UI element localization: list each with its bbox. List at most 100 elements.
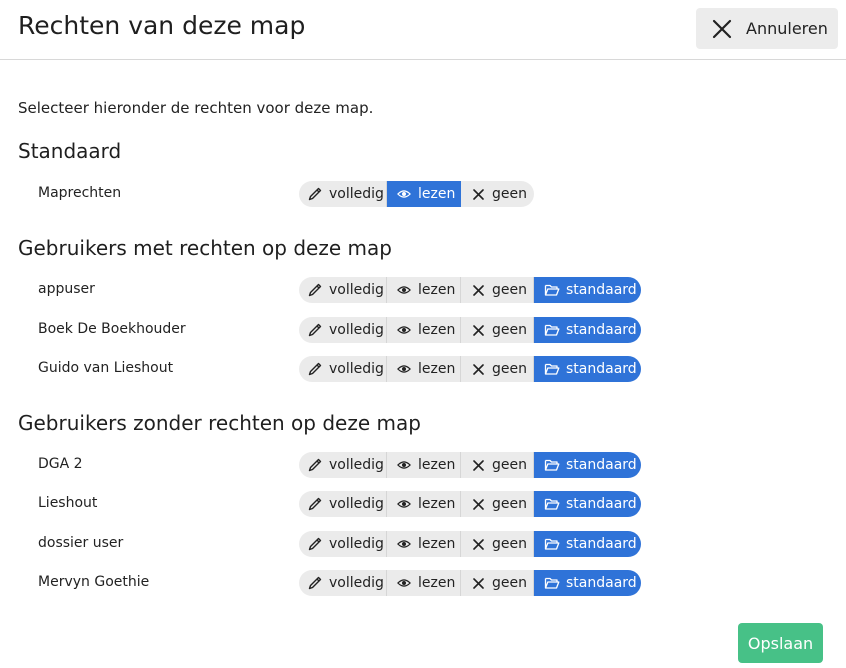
permission-row: dossier user volledig lezen geen standaa… xyxy=(0,531,846,558)
eye-icon xyxy=(397,500,411,508)
x-icon xyxy=(473,498,484,510)
folder-open-icon xyxy=(544,324,560,336)
option-full-label: volledig xyxy=(329,186,384,202)
permission-row: appuser volledig lezen geen standaard xyxy=(0,277,846,304)
section-title-with-rights: Gebruikers met rechten op deze map xyxy=(18,236,392,260)
option-full-label: volledig xyxy=(329,496,384,512)
option-standard-button[interactable]: standaard xyxy=(534,277,641,303)
option-read-button[interactable]: lezen xyxy=(387,491,461,517)
option-none-label: geen xyxy=(492,361,527,377)
option-none-label: geen xyxy=(492,322,527,338)
permission-row: Boek De Boekhouder volledig lezen geen s… xyxy=(0,317,846,344)
dialog-title: Rechten van deze map xyxy=(18,11,306,40)
x-icon xyxy=(473,538,484,550)
folder-open-icon xyxy=(544,459,560,471)
option-read-label: lezen xyxy=(418,282,456,298)
option-standard-button[interactable]: standaard xyxy=(534,356,641,382)
option-full-button[interactable]: volledig xyxy=(299,356,387,382)
option-none-label: geen xyxy=(492,496,527,512)
option-none-button[interactable]: geen xyxy=(461,452,534,478)
section-title-standard: Standaard xyxy=(18,139,122,163)
row-label: Guido van Lieshout xyxy=(38,360,174,376)
eye-icon xyxy=(397,540,411,548)
eye-icon xyxy=(397,326,411,334)
option-read-label: lezen xyxy=(418,575,456,591)
permission-selector: volledig lezen geen standaard xyxy=(299,491,641,517)
pencil-icon xyxy=(308,497,322,511)
close-icon xyxy=(712,19,732,38)
permission-selector: volledig lezen geen standaard xyxy=(299,531,641,557)
option-none-button[interactable]: geen xyxy=(461,570,534,596)
option-standard-label: standaard xyxy=(566,361,637,377)
option-none-button[interactable]: geen xyxy=(461,277,534,303)
permission-row: Lieshout volledig lezen geen standaard xyxy=(0,491,846,518)
option-read-button[interactable]: lezen xyxy=(387,181,461,207)
folder-open-icon xyxy=(544,498,560,510)
permission-selector: volledig lezen geen standaard xyxy=(299,277,641,303)
option-none-button[interactable]: geen xyxy=(461,491,534,517)
pencil-icon xyxy=(308,323,322,337)
option-read-label: lezen xyxy=(418,322,456,338)
folder-open-icon xyxy=(544,538,560,550)
permission-row: Mervyn Goethie volledig lezen geen stand… xyxy=(0,570,846,597)
x-icon xyxy=(473,363,484,375)
intro-text: Selecteer hieronder de rechten voor deze… xyxy=(18,99,374,117)
x-icon xyxy=(473,577,484,589)
option-full-button[interactable]: volledig xyxy=(299,531,387,557)
eye-icon xyxy=(397,190,411,198)
eye-icon xyxy=(397,365,411,373)
option-full-label: volledig xyxy=(329,536,384,552)
option-standard-button[interactable]: standaard xyxy=(534,491,641,517)
option-full-label: volledig xyxy=(329,322,384,338)
option-read-label: lezen xyxy=(418,457,456,473)
cancel-label: Annuleren xyxy=(746,19,828,38)
permission-selector: volledig lezen geen standaard xyxy=(299,317,641,343)
option-none-button[interactable]: geen xyxy=(461,317,534,343)
row-label: Maprechten xyxy=(38,185,122,201)
option-none-label: geen xyxy=(492,536,527,552)
option-standard-label: standaard xyxy=(566,282,637,298)
cancel-button[interactable]: Annuleren xyxy=(696,8,838,49)
option-read-button[interactable]: lezen xyxy=(387,317,461,343)
option-standard-label: standaard xyxy=(566,457,637,473)
pencil-icon xyxy=(308,537,322,551)
permission-selector: volledig lezen geen xyxy=(299,181,534,207)
option-full-button[interactable]: volledig xyxy=(299,570,387,596)
pencil-icon xyxy=(308,187,322,201)
option-standard-button[interactable]: standaard xyxy=(534,452,641,478)
row-label: Lieshout xyxy=(38,495,98,511)
option-none-button[interactable]: geen xyxy=(461,531,534,557)
option-standard-label: standaard xyxy=(566,575,637,591)
option-full-button[interactable]: volledig xyxy=(299,491,387,517)
option-full-button[interactable]: volledig xyxy=(299,317,387,343)
x-icon xyxy=(473,188,484,200)
option-full-button[interactable]: volledig xyxy=(299,181,387,207)
option-standard-button[interactable]: standaard xyxy=(534,570,641,596)
option-none-button[interactable]: geen xyxy=(461,181,534,207)
option-read-button[interactable]: lezen xyxy=(387,277,461,303)
option-read-label: lezen xyxy=(418,186,456,202)
x-icon xyxy=(473,284,484,296)
option-read-button[interactable]: lezen xyxy=(387,570,461,596)
option-read-button[interactable]: lezen xyxy=(387,356,461,382)
option-none-label: geen xyxy=(492,457,527,473)
section-title-without-rights: Gebruikers zonder rechten op deze map xyxy=(18,411,421,435)
row-label: appuser xyxy=(38,281,95,297)
eye-icon xyxy=(397,579,411,587)
folder-open-icon xyxy=(544,577,560,589)
save-button[interactable]: Opslaan xyxy=(738,623,823,663)
option-full-button[interactable]: volledig xyxy=(299,277,387,303)
option-read-label: lezen xyxy=(418,536,456,552)
eye-icon xyxy=(397,286,411,294)
option-read-button[interactable]: lezen xyxy=(387,452,461,478)
option-standard-label: standaard xyxy=(566,322,637,338)
option-none-button[interactable]: geen xyxy=(461,356,534,382)
option-standard-button[interactable]: standaard xyxy=(534,531,641,557)
option-standard-button[interactable]: standaard xyxy=(534,317,641,343)
option-standard-label: standaard xyxy=(566,496,637,512)
option-none-label: geen xyxy=(492,186,527,202)
option-read-button[interactable]: lezen xyxy=(387,531,461,557)
pencil-icon xyxy=(308,576,322,590)
row-label: Boek De Boekhouder xyxy=(38,321,186,337)
option-full-button[interactable]: volledig xyxy=(299,452,387,478)
